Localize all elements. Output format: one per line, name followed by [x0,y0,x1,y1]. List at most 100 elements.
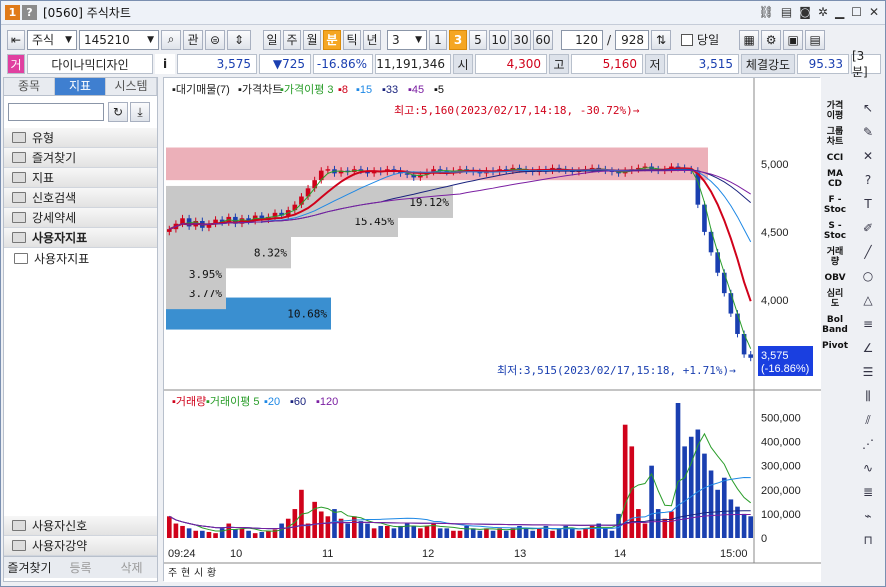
text-icon[interactable]: T [857,197,879,217]
volume-legend-item: ▪60 [290,396,306,408]
fan-icon[interactable]: ≣ [857,485,879,505]
period-tick[interactable]: 틱 [343,29,361,50]
gear-icon[interactable]: ⚙ [761,29,782,50]
sidebar-item-strength[interactable]: 강세약세 [4,208,157,228]
print-icon[interactable]: ⊜ [205,29,225,50]
count-stepper[interactable]: 120 [561,29,603,50]
minimize-icon[interactable]: ▁ [835,5,844,19]
minute-10-button[interactable]: 10 [489,29,509,50]
link-icon[interactable]: ⛓ [759,5,774,19]
load-icon[interactable]: ▤ [805,29,826,50]
gear-icon[interactable]: ✲ [818,5,828,19]
minute-60-button[interactable]: 60 [533,29,553,50]
macd-tool[interactable]: MA CD [821,169,849,189]
price-tick-label: 4,500 [761,227,789,239]
sidebar-item-user-signals[interactable]: 사용자신호 [4,516,157,536]
related-button[interactable]: 관 [183,29,203,50]
register-button[interactable]: 등록 [55,559,106,576]
candle-body [728,293,734,314]
sidebar-item-signal-search[interactable]: 신호검색 [4,188,157,208]
minute-5-button[interactable]: 5 [469,29,487,50]
volume-bar [213,533,218,538]
window-number-badge[interactable]: 1 [5,5,20,20]
indicator-search-input[interactable] [8,103,104,121]
magnet-icon[interactable]: ⊓ [857,533,879,553]
close-icon[interactable]: ✕ [869,5,879,19]
sidebar-item-type[interactable]: 유형 [4,128,157,148]
doc-icon[interactable]: ▤ [781,5,792,19]
volume-bar [233,529,238,538]
psychology-tool[interactable]: 심리 도 [821,289,849,309]
price-legend-item: ▪대기매물(7) [172,83,230,96]
chart-settings-icon[interactable]: ▦ [739,29,760,50]
cci-tool[interactable]: CCI [821,153,849,163]
favorites-tab[interactable]: 즐겨찾기 [4,559,55,576]
prev-stock-icon[interactable]: ⇤ [7,29,25,50]
stock-name[interactable]: 다이나믹디자인 [27,54,153,74]
tab-indicators[interactable]: 지표 [55,78,106,95]
volume-bar [246,530,251,538]
tab-stocks[interactable]: 종목 [4,78,55,95]
period-month[interactable]: 월 [303,29,321,50]
delete-button[interactable]: 삭제 [106,559,157,576]
delete-all-icon[interactable]: ✕ [857,149,879,169]
sidebar-item-user-strength[interactable]: 사용자강약 [4,536,157,556]
volume-tool[interactable]: 거래 량 [821,247,849,267]
pen-icon[interactable]: ✐ [857,221,879,241]
obv-tool[interactable]: OBV [821,273,849,283]
user-indicator-node[interactable]: 사용자지표 [4,248,157,268]
tab-systems[interactable]: 시스템 [106,78,157,95]
speed-line-icon[interactable]: ⫽ [857,413,879,433]
cycle-icon[interactable]: ⫼ [857,389,879,409]
high-annotation: 최고:5,160(2023/02/17,14:18, -30.72%)→ [394,104,640,117]
help-icon[interactable]: ? [857,173,879,193]
interval-select[interactable]: 3 ▼ [387,29,427,50]
sidebar-item-favorites[interactable]: 즐겨찾기 [4,148,157,168]
eraser-icon[interactable]: ✎ [857,125,879,145]
search-icon[interactable]: ⌕ [161,29,181,50]
sidebar-item-indicators[interactable]: 지표 [4,168,157,188]
minute-3-button[interactable]: 3 [449,29,467,50]
volume-bar [470,528,476,538]
andrews-icon[interactable]: ⋰ [857,437,879,457]
camera-icon[interactable]: ◙ [799,5,811,19]
pivot-tool[interactable]: Pivot [821,341,849,351]
fibo-icon[interactable]: ☰ [857,365,879,385]
period-day[interactable]: 일 [263,29,281,50]
channel-icon[interactable]: ≡ [857,317,879,337]
open-label: 시 [453,54,473,74]
chart-area[interactable]: ▪대기매물(7) ▪가격차트 ▪가격이평 3 ▪8 ▪15 ▪33 ▪45 ▪5 ▪거래량 ▪거래… [163,77,821,582]
apply-icon[interactable]: ⇅ [651,29,672,50]
gann-icon[interactable]: ∠ [857,341,879,361]
group-chart-tool[interactable]: 그룹 차트 [821,127,849,147]
bottom-tab: 주 [168,568,177,579]
pointer-icon[interactable]: ↖ [857,101,879,121]
circle-icon[interactable]: ○ [857,269,879,289]
sidebar-item-user-indicators[interactable]: 사용자지표 [4,228,157,248]
price-chart-tool[interactable]: 가격 이평 [821,101,849,121]
period-week[interactable]: 주 [283,29,301,50]
stock-code-input[interactable]: 145210 ▼ [79,29,159,50]
help-badge[interactable]: ? [22,5,37,20]
slow-stoch-tool[interactable]: S - Stoc [821,221,849,241]
minute-1-button[interactable]: 1 [429,29,447,50]
title-bar: 1 ? [0560] 주식차트 ⛓ ▤ ◙ ✲ ▁ ☐ ✕ [1,1,885,25]
chart-svg[interactable]: ▪대기매물(7) ▪가격차트▪가격이평 3 ▪8 ▪15 ▪33 ▪45 ▪5 ▪거래량 ▪거래… [164,78,821,582]
period-year[interactable]: 년 [363,29,381,50]
updown-stepper[interactable]: ⇕ [227,29,251,50]
triangle-icon[interactable]: △ [857,293,879,313]
market-select[interactable]: 주식 ▼ [27,29,77,50]
maximize-icon[interactable]: ☐ [851,5,862,19]
wave-icon[interactable]: ∿ [857,461,879,481]
period-minute[interactable]: 분 [323,29,341,50]
refresh-icon[interactable]: ↻ [108,102,128,122]
bollinger-tool[interactable]: Bol Band [821,315,849,335]
fast-stoch-tool[interactable]: F - Stoc [821,195,849,215]
download-icon[interactable]: ⤓ [130,102,150,122]
auto-icon[interactable]: ⌁ [857,509,879,529]
minute-30-button[interactable]: 30 [511,29,531,50]
today-checkbox[interactable] [681,33,694,46]
trendline-icon[interactable]: ╱ [857,245,879,265]
info-icon[interactable]: i [155,54,175,74]
save-icon[interactable]: ▣ [783,29,804,50]
